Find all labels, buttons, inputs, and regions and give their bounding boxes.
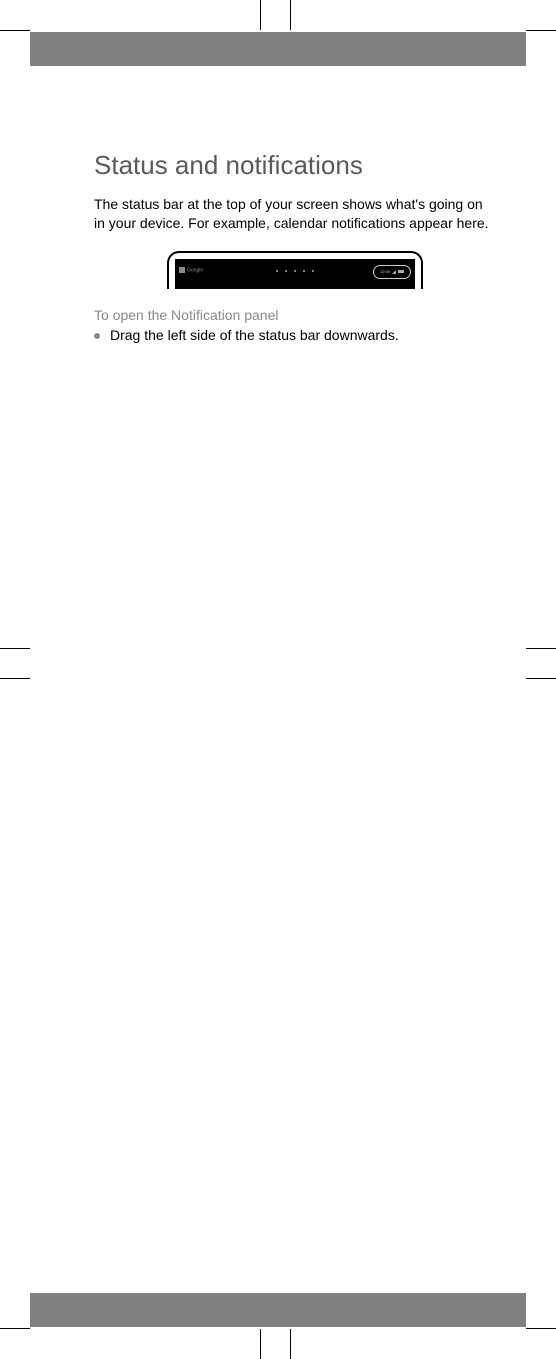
crop-mark — [526, 648, 556, 649]
phone-time: 12:00 — [380, 269, 390, 274]
instruction-item: Drag the left side of the status bar dow… — [94, 327, 496, 343]
phone-app-icon — [179, 267, 185, 273]
phone-screen: Google 12:00 — [175, 259, 415, 289]
footer-band — [30, 1293, 526, 1327]
crop-mark — [526, 678, 556, 679]
crop-mark — [0, 1328, 30, 1329]
bullet-icon — [94, 333, 100, 339]
crop-mark — [526, 30, 556, 31]
header-band — [30, 32, 526, 66]
phone-illustration: Google 12:00 — [167, 251, 423, 289]
crop-mark — [0, 30, 30, 31]
signal-icon — [392, 270, 396, 274]
crop-mark — [0, 678, 30, 679]
phone-status-icons: 12:00 — [380, 269, 404, 274]
page-heading: Status and notifications — [94, 150, 496, 181]
instruction-text: Drag the left side of the status bar dow… — [110, 327, 399, 343]
crop-mark — [260, 0, 261, 30]
crop-mark — [0, 648, 30, 649]
crop-mark — [526, 1328, 556, 1329]
page-content: Status and notifications The status bar … — [94, 150, 496, 343]
crop-mark — [290, 1329, 291, 1359]
section-subheading: To open the Notification panel — [94, 307, 496, 323]
status-bar-highlight: 12:00 — [373, 265, 411, 279]
battery-icon — [398, 270, 404, 273]
crop-mark — [290, 0, 291, 30]
phone-left-content: Google — [179, 267, 203, 273]
crop-mark — [260, 1329, 261, 1359]
phone-left-label: Google — [187, 267, 203, 273]
phone-page-dots — [276, 270, 314, 272]
intro-paragraph: The status bar at the top of your screen… — [94, 195, 496, 233]
